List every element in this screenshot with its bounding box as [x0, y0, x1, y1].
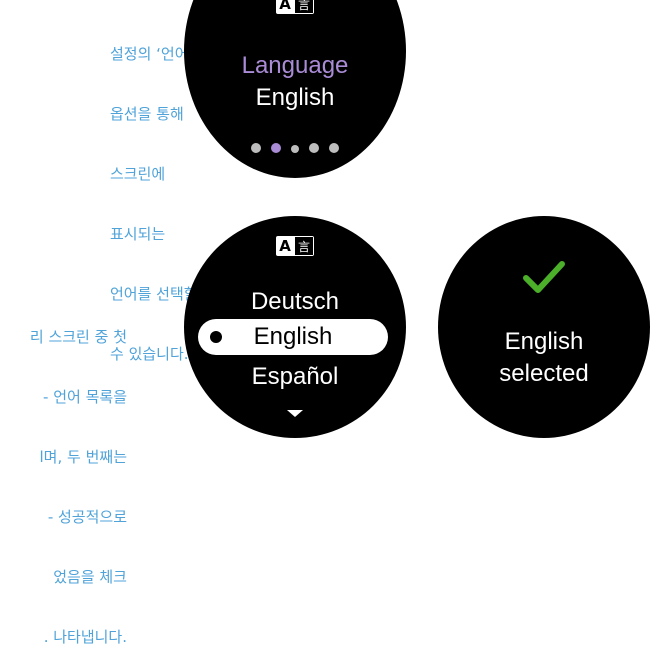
caption-line: l며, 두 번째는: [39, 448, 127, 466]
setting-label[interactable]: Language: [184, 52, 406, 80]
caption-line: . 나타냅니다.: [43, 628, 127, 646]
caption-bottom: 리 스크린 중 첫 - 언어 목록을 l며, 두 번째는 - 성공적으로 었음을…: [30, 287, 127, 667]
caption-line: - 언어 목록을: [43, 388, 127, 406]
language-option-label: English: [253, 323, 333, 350]
setting-value[interactable]: English: [184, 84, 406, 112]
page-indicator: [184, 143, 406, 153]
caption-line: 표시되는: [110, 225, 166, 243]
page-dot: [251, 143, 261, 153]
caption-line: 었음을 체크: [53, 568, 127, 586]
page-dot-active: [271, 143, 281, 153]
confirmation-line: selected: [499, 360, 589, 387]
language-icon-latin: A: [276, 0, 294, 14]
watch-screen-language-setting: A 言 Language English: [184, 0, 406, 178]
watch-screen-language-list: A 言 Deutsch English Español: [184, 216, 406, 438]
scroll-down-arrow-icon[interactable]: [287, 410, 303, 417]
language-icon-latin: A: [276, 236, 294, 256]
page-dot: [309, 143, 319, 153]
page-dot: [329, 143, 339, 153]
language-icon: A 言: [276, 236, 314, 256]
language-option-english-selected[interactable]: English: [198, 319, 388, 355]
language-icon: A 言: [276, 0, 314, 14]
checkmark-icon: [523, 261, 565, 293]
page-dot: [291, 145, 299, 153]
language-option-deutsch[interactable]: Deutsch: [184, 288, 406, 316]
language-option-espanol[interactable]: Español: [184, 363, 406, 391]
confirmation-message: English selected: [438, 326, 650, 390]
language-icon-hanzi: 言: [294, 236, 314, 256]
selected-bullet-icon: [210, 331, 222, 343]
confirmation-line: English: [504, 328, 584, 355]
watch-screen-confirmation: English selected: [438, 216, 650, 438]
caption-line: 리 스크린 중 첫: [29, 328, 127, 346]
caption-line: 스크린에: [110, 165, 166, 183]
caption-line: - 성공적으로: [47, 508, 127, 526]
language-icon-hanzi: 言: [294, 0, 314, 14]
